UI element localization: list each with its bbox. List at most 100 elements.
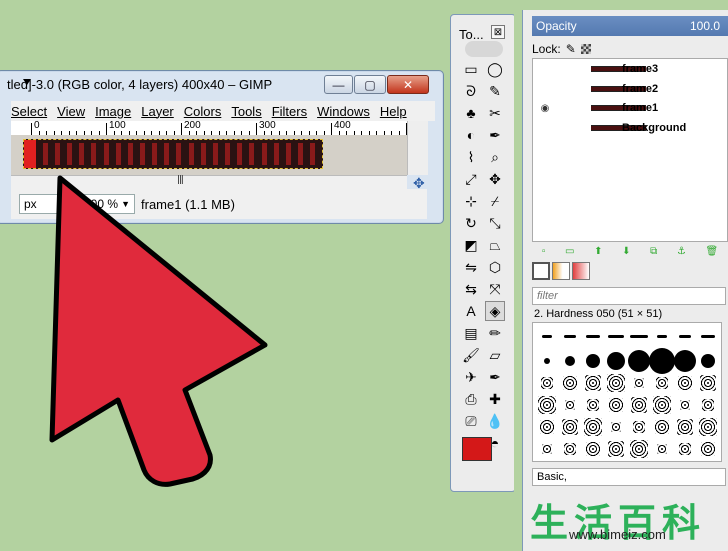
measure-icon[interactable]: ⤢ bbox=[461, 169, 481, 189]
close-button[interactable]: ✕ bbox=[387, 75, 429, 94]
new-layer-icon[interactable]: ▫ bbox=[542, 246, 546, 257]
brush-filter-input[interactable]: filter bbox=[532, 287, 726, 305]
menu-item-windows[interactable]: Windows bbox=[317, 104, 370, 119]
brush-swatch[interactable] bbox=[656, 377, 668, 389]
layer-row[interactable]: Background bbox=[533, 118, 727, 138]
color-picker-icon[interactable]: ⌇ bbox=[461, 147, 481, 167]
brush-swatch[interactable] bbox=[584, 418, 602, 436]
brush-swatch[interactable] bbox=[586, 442, 600, 456]
fuzzy-select-icon[interactable]: ✎ bbox=[485, 81, 505, 101]
visibility-eye-icon[interactable]: ◉ bbox=[533, 103, 557, 114]
perspective-icon[interactable]: ⏢ bbox=[485, 235, 505, 255]
move-icon[interactable]: ✥ bbox=[485, 169, 505, 189]
lasso-icon[interactable]: ᘐ bbox=[461, 81, 481, 101]
brush-swatch[interactable] bbox=[544, 358, 550, 364]
brush-swatch[interactable] bbox=[679, 443, 691, 455]
brushes-tab[interactable] bbox=[532, 262, 550, 280]
gradients-tab[interactable] bbox=[572, 262, 590, 280]
paths-icon[interactable]: ✒ bbox=[485, 125, 505, 145]
pencil-icon[interactable]: ✏ bbox=[485, 323, 505, 343]
foreground-select-icon[interactable]: ◐ bbox=[461, 125, 481, 145]
raise-layer-icon[interactable]: ⬆ bbox=[594, 246, 602, 257]
patterns-tab[interactable] bbox=[552, 262, 570, 280]
paintbrush-icon[interactable]: 🖌 bbox=[461, 345, 481, 365]
brush-swatch[interactable] bbox=[565, 400, 575, 410]
brush-swatch[interactable] bbox=[701, 354, 715, 368]
image-canvas-filmstrip[interactable] bbox=[23, 139, 323, 169]
menu-item-colors[interactable]: Colors bbox=[184, 104, 222, 119]
brush-swatch[interactable] bbox=[649, 348, 675, 374]
perspective-clone-icon[interactable]: ⎚ bbox=[461, 411, 481, 431]
flip-icon[interactable]: ⇋ bbox=[461, 257, 481, 277]
brush-swatch[interactable] bbox=[657, 335, 667, 338]
brush-swatch[interactable] bbox=[608, 441, 624, 457]
new-group-icon[interactable]: ▭ bbox=[565, 246, 574, 257]
brush-swatch[interactable] bbox=[542, 444, 552, 454]
brush-swatch[interactable] bbox=[634, 378, 644, 388]
brush-swatch[interactable] bbox=[702, 399, 714, 411]
brush-swatch[interactable] bbox=[586, 335, 600, 338]
brush-swatch[interactable] bbox=[680, 400, 690, 410]
brush-grid[interactable] bbox=[532, 322, 722, 462]
layer-row[interactable]: frame2 bbox=[533, 79, 727, 99]
lock-pixels-icon[interactable]: ✎ bbox=[566, 42, 576, 56]
brush-swatch[interactable] bbox=[541, 377, 553, 389]
airbrush-icon[interactable]: ✈ bbox=[461, 367, 481, 387]
rect-select-icon[interactable]: ▭ bbox=[461, 59, 481, 79]
brush-swatch[interactable] bbox=[608, 335, 624, 338]
brush-swatch[interactable] bbox=[585, 375, 601, 391]
brush-swatch[interactable] bbox=[678, 376, 692, 390]
brush-swatch[interactable] bbox=[655, 420, 669, 434]
ellipse-select-icon[interactable]: ◯ bbox=[485, 59, 505, 79]
maximize-button[interactable]: ▢ bbox=[354, 75, 386, 94]
scissors-icon[interactable]: ✂ bbox=[485, 103, 505, 123]
brush-swatch[interactable] bbox=[700, 375, 716, 391]
anchor-layer-icon[interactable]: ⚓ bbox=[677, 246, 686, 257]
brush-swatch[interactable] bbox=[631, 397, 647, 413]
brush-swatch[interactable] bbox=[609, 398, 623, 412]
shear-icon[interactable]: ◩ bbox=[461, 235, 481, 255]
cage-icon[interactable]: ⬡ bbox=[485, 257, 505, 277]
brush-swatch[interactable] bbox=[630, 440, 648, 458]
vertical-scrollbar[interactable] bbox=[407, 121, 428, 175]
unit-select[interactable]: px ▼ bbox=[19, 194, 75, 214]
foreground-color-swatch[interactable] bbox=[462, 437, 492, 461]
brush-swatch[interactable] bbox=[586, 354, 600, 368]
blend-icon[interactable]: ▤ bbox=[461, 323, 481, 343]
brush-swatch[interactable] bbox=[630, 335, 648, 338]
menu-item-view[interactable]: View bbox=[57, 104, 85, 119]
brush-swatch[interactable] bbox=[633, 421, 645, 433]
brush-swatch[interactable] bbox=[679, 335, 691, 338]
layer-row[interactable]: frame3 bbox=[533, 59, 727, 79]
brush-swatch[interactable] bbox=[562, 419, 578, 435]
rotate-icon[interactable]: ↻ bbox=[461, 213, 481, 233]
ink-icon[interactable]: ✒ bbox=[485, 367, 505, 387]
brush-swatch[interactable] bbox=[540, 420, 554, 434]
brush-swatch[interactable] bbox=[564, 335, 576, 338]
brush-swatch[interactable] bbox=[628, 350, 650, 372]
brush-swatch[interactable] bbox=[677, 419, 693, 435]
brush-swatch[interactable] bbox=[611, 422, 621, 432]
zoom-select[interactable]: 100 % ▼ bbox=[79, 194, 135, 214]
brush-swatch[interactable] bbox=[564, 443, 576, 455]
brush-swatch[interactable] bbox=[607, 352, 625, 370]
lock-alpha-icon[interactable] bbox=[580, 44, 591, 54]
scale-icon[interactable]: ⤡ bbox=[485, 213, 505, 233]
opacity-slider[interactable]: Opacity 100.0 bbox=[532, 16, 728, 36]
brush-swatch[interactable] bbox=[587, 399, 599, 411]
crop-icon[interactable]: ⌿ bbox=[485, 191, 505, 211]
menu-item-filters[interactable]: Filters bbox=[272, 104, 307, 119]
menu-item-layer[interactable]: Layer bbox=[141, 104, 174, 119]
minimize-button[interactable]: — bbox=[324, 75, 353, 94]
menu-item-image[interactable]: Image bbox=[95, 104, 131, 119]
lower-layer-icon[interactable]: ⬇ bbox=[622, 246, 630, 257]
brush-swatch[interactable] bbox=[699, 418, 717, 436]
brush-swatch[interactable] bbox=[653, 396, 671, 414]
brush-preset-select[interactable]: Basic, bbox=[532, 468, 726, 486]
scroll-grip[interactable]: ꟾꟾꟾ bbox=[177, 176, 184, 187]
color-select-icon[interactable]: ♣ bbox=[461, 103, 481, 123]
brush-swatch[interactable] bbox=[563, 376, 577, 390]
text-icon[interactable]: A bbox=[461, 301, 481, 321]
heal-icon[interactable]: ✚ bbox=[485, 389, 505, 409]
delete-layer-icon[interactable]: 🗑 bbox=[705, 246, 718, 257]
